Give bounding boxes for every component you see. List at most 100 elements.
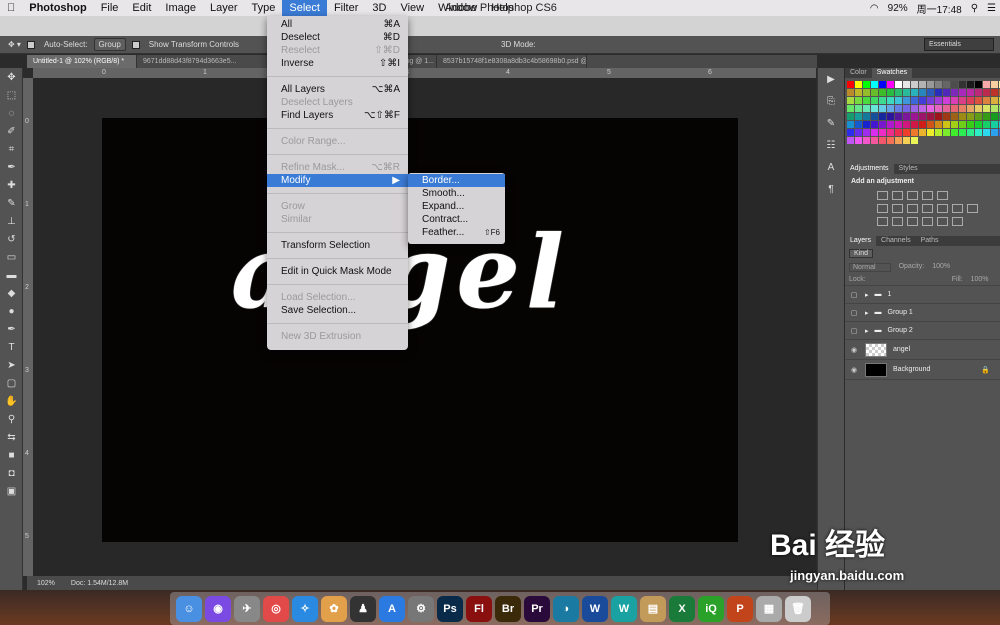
swatch[interactable]	[847, 89, 854, 96]
swatch[interactable]	[959, 81, 966, 88]
swatch[interactable]	[935, 81, 942, 88]
swatch[interactable]	[847, 137, 854, 144]
swatch[interactable]	[991, 121, 998, 128]
eye-icon[interactable]: ◉	[849, 366, 859, 374]
crop-tool-icon[interactable]: ⌗	[0, 140, 23, 158]
menubar-item-3d[interactable]: 3D	[365, 0, 393, 16]
swatch[interactable]	[871, 113, 878, 120]
swatch[interactable]	[967, 89, 974, 96]
swatch[interactable]	[879, 121, 886, 128]
expand-arrow-icon[interactable]: ▸	[865, 309, 869, 317]
adjustment-row[interactable]	[845, 202, 1000, 215]
panel-tab-swatches[interactable]: Swatches	[871, 68, 913, 78]
swatch[interactable]	[887, 105, 894, 112]
photoshop-dock-icon[interactable]: Ps	[437, 595, 463, 622]
swatch[interactable]	[911, 81, 918, 88]
swatch[interactable]	[879, 81, 886, 88]
layer-row[interactable]: ◉ angel	[845, 340, 1000, 360]
healing-tool-icon[interactable]: ✚	[0, 176, 23, 194]
swatch[interactable]	[991, 129, 998, 136]
swatch[interactable]	[943, 81, 950, 88]
swatch[interactable]	[887, 81, 894, 88]
swatch[interactable]	[983, 113, 990, 120]
lasso-tool-icon[interactable]: ◌	[0, 104, 23, 122]
panel-tab-color[interactable]: Color	[845, 68, 872, 78]
swatch[interactable]	[871, 89, 878, 96]
menu-item-save-selection[interactable]: Save Selection...	[267, 304, 408, 317]
menubar-item-view[interactable]: View	[393, 0, 431, 16]
swatch[interactable]	[943, 129, 950, 136]
menubar-item-edit[interactable]: Edit	[125, 0, 158, 16]
swatch[interactable]	[847, 97, 854, 104]
swatch[interactable]	[879, 89, 886, 96]
swatch[interactable]	[959, 105, 966, 112]
swatch[interactable]	[855, 137, 862, 144]
list-icon[interactable]: ☰	[987, 3, 996, 14]
panel-tab-styles[interactable]: Styles	[894, 164, 923, 174]
show-transform-checkbox[interactable]	[131, 40, 140, 49]
finder-dock-icon[interactable]: ☺	[176, 595, 202, 622]
swatch[interactable]	[871, 129, 878, 136]
swatch[interactable]	[935, 113, 942, 120]
swatch[interactable]	[855, 105, 862, 112]
swatch[interactable]	[991, 81, 998, 88]
swatch[interactable]	[927, 97, 934, 104]
swatch[interactable]	[927, 137, 934, 144]
bridge-dock-icon[interactable]: Br	[495, 595, 521, 622]
swatch[interactable]	[911, 137, 918, 144]
swatch[interactable]	[951, 89, 958, 96]
swatch[interactable]	[935, 129, 942, 136]
iqiyi-dock-icon[interactable]: iQ	[698, 595, 724, 622]
swatch[interactable]	[895, 121, 902, 128]
swatch[interactable]	[975, 137, 982, 144]
submenu-item-contract[interactable]: Contract...	[408, 213, 505, 226]
swatch[interactable]	[975, 89, 982, 96]
swatch[interactable]	[855, 121, 862, 128]
swatch[interactable]	[903, 97, 910, 104]
swatch[interactable]	[863, 81, 870, 88]
apple-icon[interactable]: 	[0, 0, 22, 16]
swatch[interactable]	[975, 129, 982, 136]
swatch[interactable]	[975, 113, 982, 120]
zoom-tool-icon[interactable]: ⚲	[0, 410, 23, 428]
powerpoint-dock-icon[interactable]: P	[727, 595, 753, 622]
swatch[interactable]	[887, 137, 894, 144]
swatch[interactable]	[919, 113, 926, 120]
swatch[interactable]	[895, 89, 902, 96]
submenu-item-expand[interactable]: Expand...	[408, 200, 505, 213]
swatch[interactable]	[911, 97, 918, 104]
swatch[interactable]	[967, 113, 974, 120]
swatch[interactable]	[879, 97, 886, 104]
swatch[interactable]	[863, 97, 870, 104]
swatch[interactable]	[991, 105, 998, 112]
photos-dock-icon[interactable]: ✿	[321, 595, 347, 622]
safari-dock-icon[interactable]: ✧	[292, 595, 318, 622]
shape-tool-icon[interactable]: ▢	[0, 374, 23, 392]
swatch[interactable]	[927, 81, 934, 88]
stamp-tool-icon[interactable]: ⊥	[0, 212, 23, 230]
eyedropper-tool-icon[interactable]: ✒	[0, 158, 23, 176]
zoom-level[interactable]: 102%	[37, 580, 55, 587]
swatch[interactable]	[895, 129, 902, 136]
menu-item-inverse[interactable]: Inverse ⇧⌘I	[267, 57, 408, 70]
visibility-toggle[interactable]: ▢	[849, 309, 859, 317]
swatch[interactable]	[919, 121, 926, 128]
swatch[interactable]	[871, 105, 878, 112]
swatch[interactable]	[935, 121, 942, 128]
swatch[interactable]	[967, 121, 974, 128]
swatch[interactable]	[919, 89, 926, 96]
swatch[interactable]	[847, 129, 854, 136]
swatch[interactable]	[951, 81, 958, 88]
history-brush-tool-icon[interactable]: ↺	[0, 230, 23, 248]
menu-item-all[interactable]: All ⌘A	[267, 18, 408, 31]
swatch[interactable]	[975, 81, 982, 88]
swatch[interactable]	[919, 81, 926, 88]
swatch[interactable]	[983, 105, 990, 112]
swatch[interactable]	[967, 105, 974, 112]
swatch[interactable]	[895, 137, 902, 144]
menu-item-find-layers[interactable]: Find Layers ⌥⇧⌘F	[267, 109, 408, 122]
marquee-tool-icon[interactable]: ⬚	[0, 86, 23, 104]
swatch[interactable]	[879, 129, 886, 136]
swatch[interactable]	[903, 81, 910, 88]
swatch[interactable]	[895, 113, 902, 120]
